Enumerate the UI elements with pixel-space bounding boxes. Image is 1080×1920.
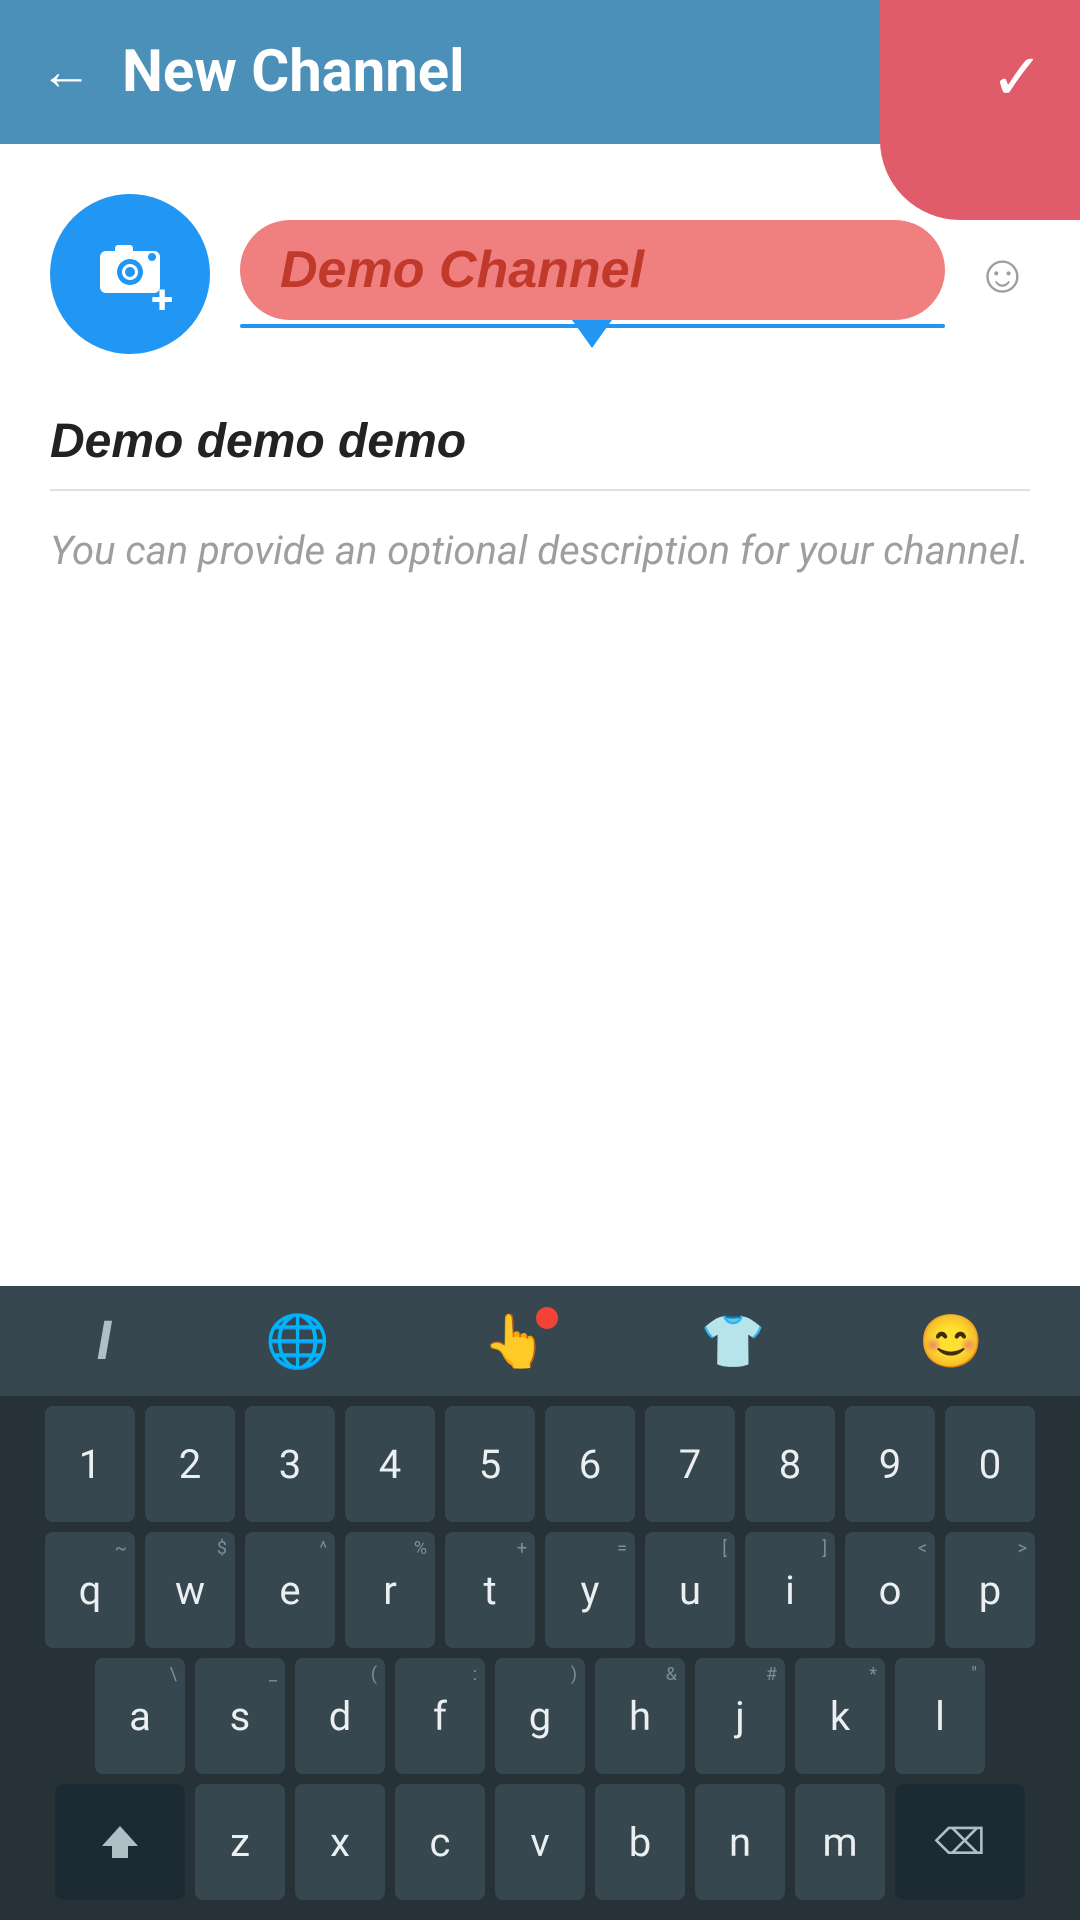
voice-record-icon[interactable]: 👆 bbox=[483, 1311, 548, 1372]
key-f[interactable]: :f bbox=[395, 1658, 485, 1774]
key-g[interactable]: )g bbox=[495, 1658, 585, 1774]
key-8[interactable]: 8 bbox=[745, 1406, 835, 1522]
key-k[interactable]: *k bbox=[795, 1658, 885, 1774]
key-q[interactable]: ~q bbox=[45, 1532, 135, 1648]
key-w[interactable]: $w bbox=[145, 1532, 235, 1648]
record-dot bbox=[536, 1307, 558, 1329]
key-s[interactable]: _s bbox=[195, 1658, 285, 1774]
key-9[interactable]: 9 bbox=[845, 1406, 935, 1522]
key-2[interactable]: 2 bbox=[145, 1406, 235, 1522]
key-u[interactable]: [u bbox=[645, 1532, 735, 1648]
key-y[interactable]: =y bbox=[545, 1532, 635, 1648]
key-5[interactable]: 5 bbox=[445, 1406, 535, 1522]
checkmark-icon: ✓ bbox=[990, 40, 1044, 115]
keyboard-emoji-icon[interactable]: 😊 bbox=[919, 1311, 984, 1372]
key-i[interactable]: ]i bbox=[745, 1532, 835, 1648]
key-x[interactable]: x bbox=[295, 1784, 385, 1900]
key-o[interactable]: <o bbox=[845, 1532, 935, 1648]
shirt-icon[interactable]: 👕 bbox=[701, 1311, 766, 1372]
key-d[interactable]: (d bbox=[295, 1658, 385, 1774]
key-4[interactable]: 4 bbox=[345, 1406, 435, 1522]
qwerty-row: ~q $w ^e %r +t =y [u ]i <o >p bbox=[10, 1532, 1070, 1648]
emoji-button[interactable]: ☺ bbox=[975, 243, 1030, 306]
virtual-keyboard: I 🌐 👆 👕 😊 1 2 3 4 5 6 7 8 9 0 ~q $w ^e %… bbox=[0, 1286, 1080, 1920]
description-divider bbox=[50, 489, 1030, 491]
key-l[interactable]: "l bbox=[895, 1658, 985, 1774]
key-3[interactable]: 3 bbox=[245, 1406, 335, 1522]
key-n[interactable]: n bbox=[695, 1784, 785, 1900]
key-j[interactable]: #j bbox=[695, 1658, 785, 1774]
asdf-row: \a _s (d :f )g &h #j *k "l bbox=[10, 1658, 1070, 1774]
key-c[interactable]: c bbox=[395, 1784, 485, 1900]
channel-name-field bbox=[240, 220, 945, 328]
description-placeholder: You can provide an optional description … bbox=[50, 521, 1030, 581]
plus-icon: + bbox=[151, 280, 173, 320]
cursor-caret bbox=[572, 320, 612, 348]
key-h[interactable]: &h bbox=[595, 1658, 685, 1774]
key-r[interactable]: %r bbox=[345, 1532, 435, 1648]
back-button[interactable]: ← bbox=[40, 46, 92, 98]
shift-key[interactable] bbox=[55, 1784, 185, 1900]
key-p[interactable]: >p bbox=[945, 1532, 1035, 1648]
text-format-icon[interactable]: I bbox=[97, 1310, 112, 1373]
confirm-button[interactable]: ✓ bbox=[880, 0, 1080, 220]
key-t[interactable]: +t bbox=[445, 1532, 535, 1648]
keyboard-toolbar: I 🌐 👆 👕 😊 bbox=[0, 1286, 1080, 1396]
key-1[interactable]: 1 bbox=[45, 1406, 135, 1522]
content-area: + ☺ You can provide an optional descript… bbox=[0, 144, 1080, 581]
key-e[interactable]: ^e bbox=[245, 1532, 335, 1648]
description-section: You can provide an optional description … bbox=[50, 414, 1030, 581]
key-rows: 1 2 3 4 5 6 7 8 9 0 ~q $w ^e %r +t =y [u… bbox=[0, 1396, 1080, 1920]
key-m[interactable]: m bbox=[795, 1784, 885, 1900]
key-7[interactable]: 7 bbox=[645, 1406, 735, 1522]
key-0[interactable]: 0 bbox=[945, 1406, 1035, 1522]
key-6[interactable]: 6 bbox=[545, 1406, 635, 1522]
globe-icon[interactable]: 🌐 bbox=[265, 1311, 330, 1372]
key-v[interactable]: v bbox=[495, 1784, 585, 1900]
description-input[interactable] bbox=[50, 414, 1030, 469]
zxcv-row: z x c v b n m ⌫ bbox=[10, 1784, 1070, 1900]
key-b[interactable]: b bbox=[595, 1784, 685, 1900]
key-z[interactable]: z bbox=[195, 1784, 285, 1900]
channel-name-row: + ☺ bbox=[50, 194, 1030, 354]
avatar-button[interactable]: + bbox=[50, 194, 210, 354]
app-header: ← New Channel ✓ bbox=[0, 0, 1080, 144]
number-row: 1 2 3 4 5 6 7 8 9 0 bbox=[10, 1406, 1070, 1522]
delete-key[interactable]: ⌫ bbox=[895, 1784, 1025, 1900]
key-a[interactable]: \a bbox=[95, 1658, 185, 1774]
channel-name-input[interactable] bbox=[240, 220, 945, 320]
